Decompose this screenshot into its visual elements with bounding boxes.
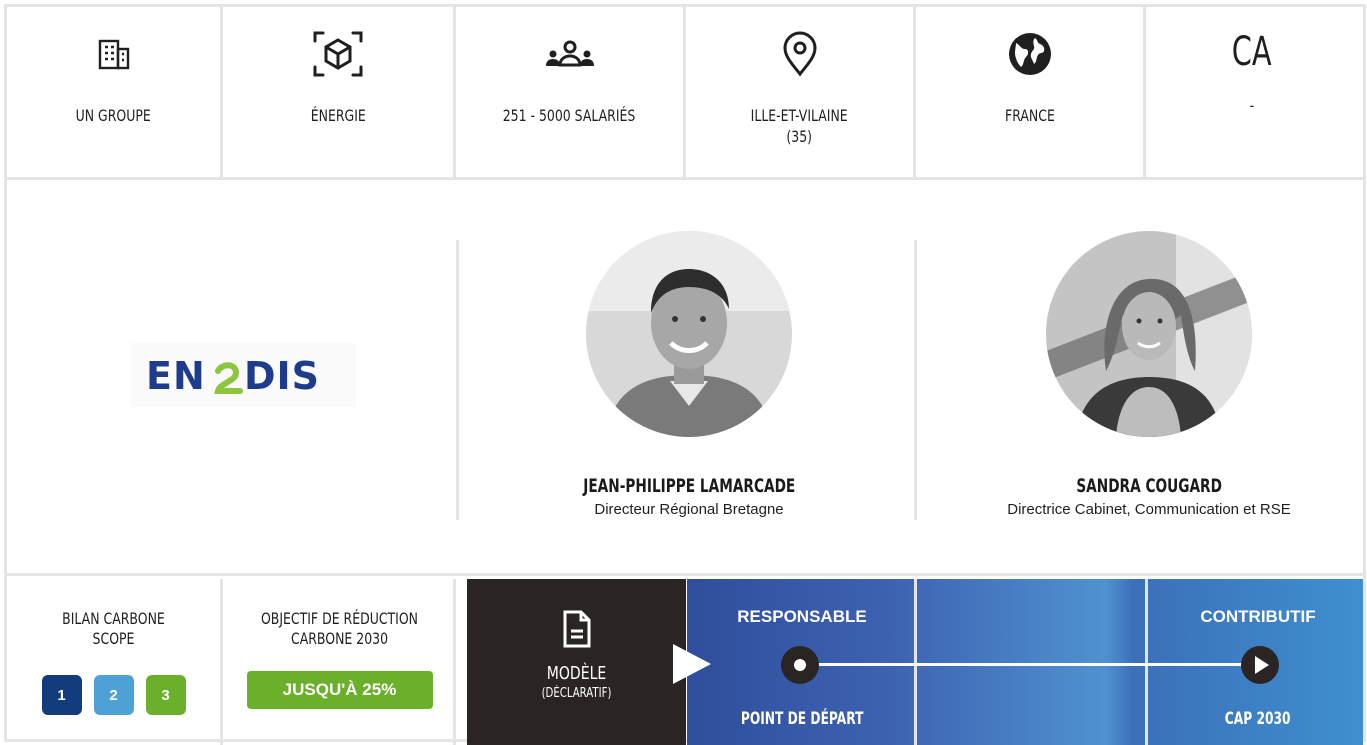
stat-country: FRANCE	[916, 7, 1146, 177]
scale-end-caption: CAP 2030	[1153, 709, 1363, 729]
stat-structure: UN GROUPE	[7, 7, 223, 177]
model-block: MODÈLE (DÉCLARATIF)	[467, 579, 686, 745]
bilan-title: BILAN CARBONE SCOPE	[62, 609, 165, 648]
person-name: JEAN-PHILIPPE LAMARCADE	[582, 475, 796, 497]
avatar	[586, 231, 792, 437]
stat-label: 251 - 5000 SALARIÉS	[503, 106, 636, 125]
end-arrow-icon	[1241, 646, 1279, 684]
stat-label: UN GROUPE	[75, 106, 152, 125]
person-card: JEAN-PHILIPPE LAMARCADE Directeur Région…	[499, 231, 879, 518]
logo-wordmark: EN DIS	[146, 355, 320, 395]
svg-text:EN: EN	[146, 355, 206, 395]
objective-title: OBJECTIF DE RÉDUCTION CARBONE 2030	[260, 609, 419, 648]
person-name: SANDRA COUGARD	[1076, 475, 1222, 497]
scale-start-label: RESPONSABLE	[737, 607, 867, 626]
building-icon	[97, 29, 131, 79]
globe-icon	[1007, 29, 1053, 79]
start-caption-text: POINT DE DÉPART	[740, 709, 864, 729]
avatar	[1046, 231, 1252, 437]
scale-start-caption: POINT DE DÉPART	[687, 709, 917, 729]
stat-revenue: CA -	[1146, 7, 1357, 177]
carbon-row: BILAN CARBONE SCOPE 1 2 3 OBJECTIF DE RÉ…	[7, 579, 1363, 745]
divider	[1145, 579, 1148, 745]
stat-label: ÉNERGIE	[310, 106, 366, 125]
stats-row: UN GROUPE ÉNERGIE 251 - 5000 SALARIÉS IL…	[7, 7, 1363, 180]
reduction-objective: OBJECTIF DE RÉDUCTION CARBONE 2030 JUSQU…	[226, 579, 456, 745]
people-section: EN DIS JEAN-PHILIPPE LAMARCADE Directeur…	[7, 183, 1363, 576]
document-icon	[467, 609, 686, 649]
scope-badge-1: 1	[41, 675, 82, 715]
end-caption-text: CAP 2030	[1225, 709, 1291, 729]
divider	[914, 240, 917, 520]
objective-badge: JUSQU'À 25%	[246, 671, 433, 709]
scope-badge-3: 3	[145, 675, 186, 715]
progress-scale: RESPONSABLE CONTRIBUTIF POINT DE DÉPART …	[673, 579, 1363, 745]
divider	[456, 240, 459, 520]
enedis-logo: EN DIS	[131, 343, 356, 407]
stat-employees: 251 - 5000 SALARIÉS	[456, 7, 686, 177]
stat-label: -	[1249, 96, 1254, 115]
cube-icon	[311, 29, 365, 79]
scale-end-label: CONTRIBUTIF	[1200, 607, 1316, 626]
start-dot-icon	[781, 646, 819, 684]
person-card: SANDRA COUGARD Directrice Cabinet, Commu…	[959, 231, 1339, 518]
model-title: MODÈLE	[546, 663, 607, 684]
stat-location: ILLE-ET-VILAINE (35)	[686, 7, 916, 177]
person-role: Directrice Cabinet, Communication et RSE	[1007, 501, 1291, 518]
stat-label: ILLE-ET-VILAINE (35)	[750, 106, 849, 146]
revenue-heading: CA	[1231, 29, 1272, 75]
model-subtitle: (DÉCLARATIF)	[541, 686, 612, 701]
scope-badge-2: 2	[93, 675, 134, 715]
bilan-carbone: BILAN CARBONE SCOPE 1 2 3	[7, 579, 223, 745]
scope-list: 1 2 3	[7, 675, 220, 715]
person-role: Directeur Régional Bretagne	[594, 501, 784, 518]
progress-line	[807, 663, 1247, 666]
svg-text:DIS: DIS	[244, 355, 320, 395]
people-icon	[545, 29, 595, 79]
play-arrow-icon	[673, 644, 711, 684]
stat-label: FRANCE	[1004, 106, 1055, 125]
stat-sector: ÉNERGIE	[223, 7, 456, 177]
company-card: UN GROUPE ÉNERGIE 251 - 5000 SALARIÉS IL…	[4, 4, 1366, 745]
location-pin-icon	[781, 29, 819, 79]
